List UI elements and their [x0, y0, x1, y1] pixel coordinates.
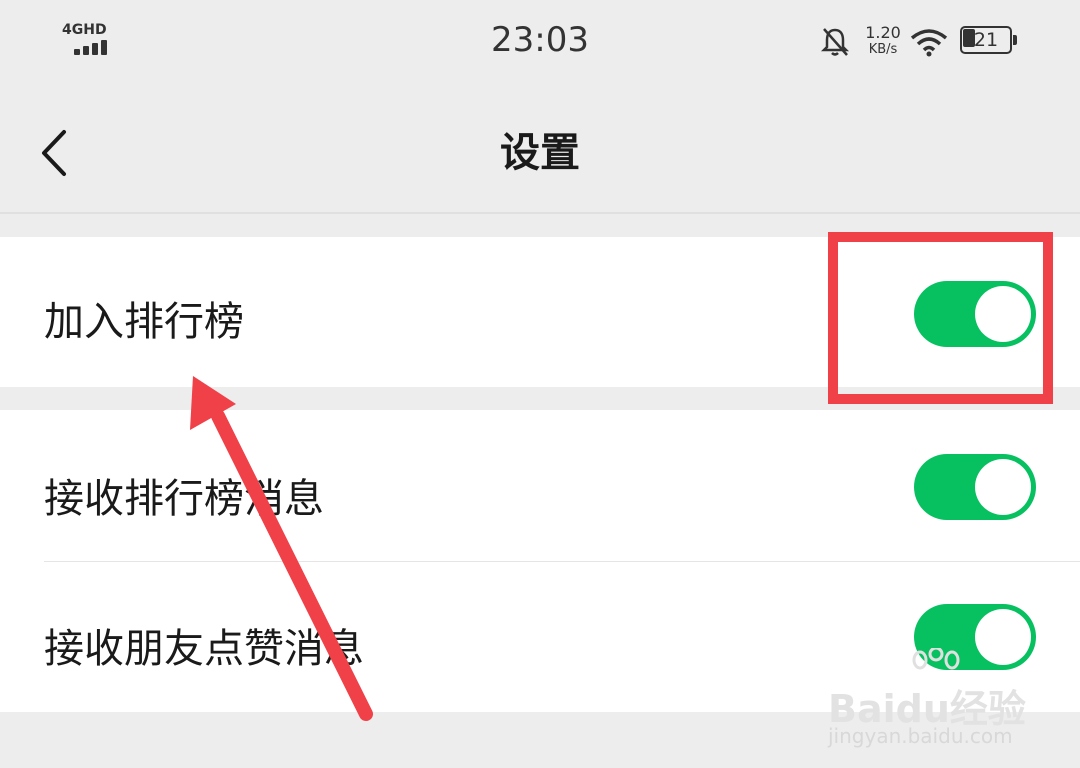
like-messages-toggle[interactable] — [914, 604, 1036, 670]
speed-unit: KB/s — [868, 42, 898, 57]
setting-label: 接收排行榜消息 — [44, 476, 324, 522]
wifi-icon — [910, 29, 948, 57]
toggle-knob — [975, 286, 1031, 342]
mute-icon — [820, 28, 850, 56]
toggle-knob — [975, 459, 1031, 515]
page-title: 设置 — [500, 130, 580, 176]
join-leaderboard-toggle[interactable] — [914, 281, 1036, 347]
status-time: 23:03 — [491, 20, 589, 60]
setting-row-join-leaderboard: 加入排行榜 — [0, 237, 1080, 387]
setting-row-like-messages: 接收朋友点赞消息 — [0, 562, 1080, 712]
status-bar: 4GHD 23:03 1.20 KB/s 21 — [0, 0, 1080, 90]
leaderboard-messages-toggle[interactable] — [914, 454, 1036, 520]
speed-value: 1.20 — [865, 23, 901, 42]
network-type: 4GHD — [62, 22, 107, 38]
battery-icon: 21 — [960, 26, 1018, 56]
nav-bar: 设置 — [0, 90, 1080, 212]
setting-label: 加入排行榜 — [44, 299, 244, 345]
battery-level: 21 — [973, 29, 999, 51]
nav-divider — [0, 212, 1080, 214]
signal-icon: 4GHD — [62, 22, 122, 62]
setting-row-leaderboard-messages: 接收排行榜消息 — [0, 410, 1080, 562]
watermark-url: jingyan.baidu.com — [828, 724, 1013, 748]
network-speed: 1.20 KB/s — [858, 24, 908, 58]
toggle-knob — [975, 609, 1031, 665]
setting-label: 接收朋友点赞消息 — [44, 626, 364, 672]
